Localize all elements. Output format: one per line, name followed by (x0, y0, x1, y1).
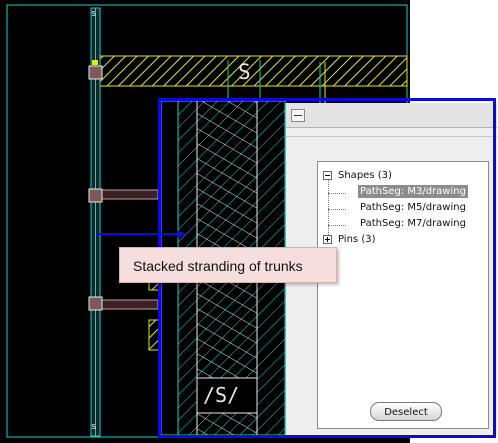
tree-node-pins[interactable]: Pins (3) (338, 233, 375, 246)
tree-item-shape-m3[interactable]: PathSeg: M3/drawing (358, 185, 468, 198)
inspector-titlebar (286, 103, 497, 128)
tree-node-shapes[interactable]: Shapes (3) (338, 169, 392, 182)
tree-connector (328, 179, 329, 243)
pink-stub (99, 189, 159, 200)
tree-item-shape-m5[interactable]: PathSeg: M5/drawing (360, 201, 466, 214)
yellow-hatched-block (148, 319, 162, 351)
deselect-button[interactable]: Deselect (370, 402, 442, 421)
yellow-hatched-rail (99, 55, 408, 87)
via-marker (92, 60, 98, 65)
via-marker (88, 188, 103, 203)
minimize-icon[interactable] (291, 109, 305, 122)
collapse-shapes-icon[interactable] (323, 171, 332, 180)
tree-item-shape-m7[interactable]: PathSeg: M7/drawing (360, 217, 466, 230)
net-label: S (238, 60, 251, 84)
via-marker (88, 65, 103, 80)
via-marker (88, 296, 103, 311)
expand-pins-icon[interactable] (323, 235, 332, 244)
tree-connector (328, 193, 346, 194)
tree-connector (328, 209, 346, 210)
object-tree[interactable]: Shapes (3) PathSeg: M3/drawing PathSeg: … (317, 161, 489, 429)
pink-stub (99, 299, 159, 310)
zoom-net-label: /S/ (203, 383, 240, 407)
trunk-bottom-marker: s (91, 422, 97, 432)
inspector-divider (286, 136, 497, 137)
trunk-top-marker: s (91, 9, 97, 19)
annotation-callout: Stacked stranding of trunks (119, 247, 337, 283)
tree-connector (328, 225, 346, 226)
